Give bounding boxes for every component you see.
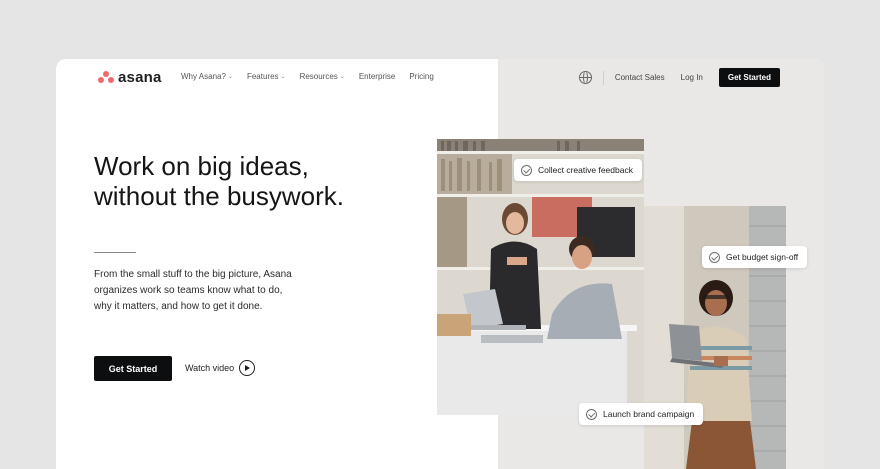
task-chip-launch: Launch brand campaign	[579, 403, 704, 425]
chip-label: Get budget sign-off	[726, 252, 799, 262]
asana-logo-icon	[98, 71, 114, 83]
nav-pricing[interactable]: Pricing	[409, 72, 433, 81]
chevron-down-icon: ⌄	[339, 74, 345, 80]
chevron-down-icon: ⌄	[280, 74, 286, 80]
nav-why-asana[interactable]: Why Asana? ⌄	[181, 72, 233, 81]
description-line-2: organizes work so teams know what to do,	[94, 285, 283, 296]
headline-line-2: without the busywork.	[94, 181, 345, 211]
nav-label: Features	[246, 72, 279, 81]
nav-divider	[602, 70, 604, 85]
task-chip-feedback: Collect creative feedback	[514, 159, 642, 181]
chevron-down-icon: ⌄	[227, 74, 233, 80]
hero-divider	[94, 252, 136, 253]
chip-label: Launch brand campaign	[603, 409, 695, 419]
globe-icon[interactable]	[578, 71, 592, 84]
watch-video-label: Watch video	[185, 363, 235, 373]
description-line-1: From the small stuff to the big picture,…	[94, 269, 292, 280]
check-circle-icon	[586, 408, 597, 420]
nav-actions: Contact Sales Log In Get Started	[578, 68, 780, 87]
check-circle-icon	[709, 251, 720, 263]
nav-features[interactable]: Features ⌄	[247, 72, 286, 81]
get-started-nav-button[interactable]: Get Started	[718, 68, 780, 87]
page-card: asana Why Asana? ⌄ Features ⌄ Resources …	[56, 59, 824, 469]
check-circle-icon	[521, 164, 532, 176]
nav-label: Resources	[299, 72, 338, 81]
nav-label: Why Asana?	[181, 72, 226, 81]
task-chip-budget: Get budget sign-off	[702, 246, 808, 268]
asana-logo[interactable]: asana	[98, 68, 162, 86]
play-icon	[239, 360, 256, 376]
log-in-link[interactable]: Log In	[681, 73, 703, 82]
logo-text: asana	[118, 68, 162, 86]
main-nav: Why Asana? ⌄ Features ⌄ Resources ⌄ Ente…	[181, 72, 434, 81]
headline-line-1: Work on big ideas,	[94, 151, 309, 181]
nav-enterprise[interactable]: Enterprise	[359, 72, 395, 81]
watch-video-button[interactable]: Watch video	[185, 360, 256, 376]
hero-headline: Work on big ideas, without the busywork.	[94, 151, 414, 211]
chip-label: Collect creative feedback	[538, 165, 633, 175]
hero-description: From the small stuff to the big picture,…	[94, 267, 324, 315]
nav-resources[interactable]: Resources ⌄	[300, 72, 345, 81]
contact-sales-link[interactable]: Contact Sales	[615, 73, 665, 82]
get-started-hero-button[interactable]: Get Started	[94, 356, 172, 381]
description-line-3: why it matters, and how to get it done.	[94, 301, 263, 312]
